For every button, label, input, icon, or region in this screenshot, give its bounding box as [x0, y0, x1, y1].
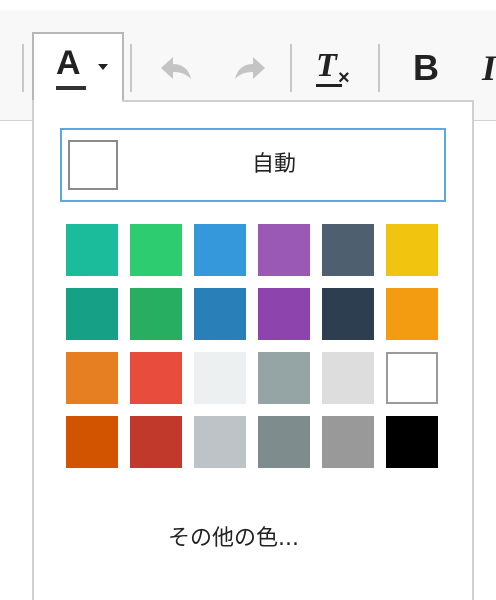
italic-icon: I: [482, 48, 496, 88]
color-swatch[interactable]: [194, 416, 246, 468]
color-swatch[interactable]: [66, 352, 118, 404]
automatic-color-label: 自動: [252, 152, 297, 177]
color-swatch[interactable]: [130, 416, 182, 468]
toolbar-separator: [22, 44, 24, 92]
bold-icon: B: [413, 47, 439, 88]
toolbar-top-edge: [0, 0, 496, 10]
color-swatch[interactable]: [258, 224, 310, 276]
color-swatch[interactable]: [130, 288, 182, 340]
color-swatch[interactable]: [386, 352, 438, 404]
undo-button[interactable]: [150, 46, 202, 90]
color-swatch[interactable]: [130, 352, 182, 404]
color-swatch-grid: [66, 224, 440, 472]
clear-format-icon: T: [316, 47, 337, 84]
clear-format-button[interactable]: T ×: [306, 44, 362, 92]
panel-connector: [34, 98, 122, 104]
toolbar-separator: [130, 44, 132, 92]
color-swatch[interactable]: [258, 416, 310, 468]
color-swatch[interactable]: [130, 224, 182, 276]
redo-icon: [235, 57, 265, 79]
color-swatch[interactable]: [66, 224, 118, 276]
redo-button[interactable]: [224, 46, 276, 90]
font-color-button[interactable]: A: [32, 32, 124, 102]
color-swatch[interactable]: [322, 416, 374, 468]
color-swatch[interactable]: [322, 352, 374, 404]
color-swatch[interactable]: [194, 224, 246, 276]
bold-button[interactable]: B: [398, 44, 454, 92]
toolbar-separator: [378, 44, 380, 92]
color-swatch[interactable]: [386, 416, 438, 468]
color-swatch[interactable]: [194, 288, 246, 340]
automatic-color-swatch: [68, 140, 118, 190]
font-color-icon: A: [56, 44, 81, 82]
more-colors-button[interactable]: その他の色...: [168, 524, 299, 554]
color-swatch[interactable]: [258, 288, 310, 340]
clear-x-icon: ×: [338, 67, 350, 89]
automatic-color-button[interactable]: 自動: [60, 128, 446, 202]
font-color-underline: [56, 86, 86, 90]
chevron-down-icon: [98, 64, 108, 70]
color-swatch[interactable]: [194, 352, 246, 404]
color-swatch[interactable]: [386, 288, 438, 340]
color-swatch[interactable]: [66, 416, 118, 468]
undo-icon: [161, 57, 191, 79]
toolbar-separator: [290, 44, 292, 92]
color-swatch[interactable]: [322, 224, 374, 276]
italic-button[interactable]: I: [472, 44, 496, 92]
color-swatch[interactable]: [386, 224, 438, 276]
color-swatch[interactable]: [258, 352, 310, 404]
color-swatch[interactable]: [322, 288, 374, 340]
color-swatch[interactable]: [66, 288, 118, 340]
